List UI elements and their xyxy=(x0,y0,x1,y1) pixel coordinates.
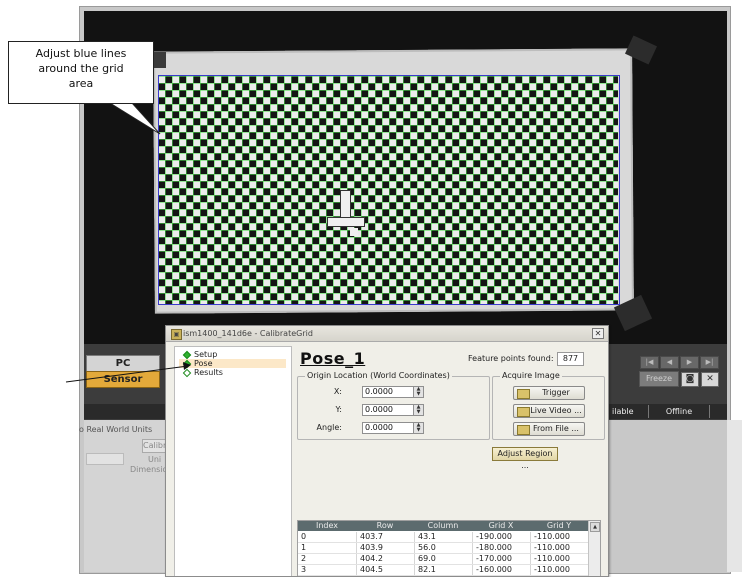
last-frame-button[interactable]: ▶| xyxy=(700,356,719,369)
page-title: Pose_1 xyxy=(300,349,366,368)
video-camera-icon xyxy=(517,407,530,417)
table-scrollbar[interactable]: ▲ xyxy=(588,521,600,576)
column-cell: 69.0 xyxy=(414,554,473,564)
tools-icon[interactable]: ✕ xyxy=(701,372,719,387)
dialog-titlebar[interactable]: ▣ ism1400_141d6e - CalibrateGrid ✕ xyxy=(166,326,608,342)
tree-item-setup[interactable]: Setup xyxy=(179,350,286,360)
from-file-button[interactable]: From File ... xyxy=(513,422,585,436)
y-label: Y: xyxy=(335,405,342,414)
camera-icon[interactable]: ◙ xyxy=(681,372,699,387)
trigger-icon xyxy=(517,389,530,399)
group-legend: Origin Location (World Coordinates) xyxy=(305,371,452,380)
feature-points-label: Feature points found: xyxy=(468,354,554,363)
units-label: Uni xyxy=(148,455,162,464)
next-frame-button[interactable]: ▶ xyxy=(680,356,699,369)
group-legend: Acquire Image xyxy=(500,371,562,380)
column-header[interactable]: Row xyxy=(356,521,414,531)
spin-arrows-icon[interactable]: ▲ ▼ xyxy=(413,386,424,398)
table-row[interactable]: 0 403.7 43.1 -190.000 -110.000 xyxy=(298,532,588,543)
origin-marker xyxy=(350,228,358,236)
tape-piece xyxy=(152,52,166,68)
button-label: From File ... xyxy=(533,424,579,433)
callout-line: around the grid xyxy=(38,62,124,75)
tree-item-label: Setup xyxy=(194,350,218,359)
sensor-button[interactable]: Sensor xyxy=(86,371,160,388)
table-header: Index Row Column Grid X Grid Y xyxy=(298,521,588,531)
row-cell: 404.5 xyxy=(356,565,415,575)
app-icon: ▣ xyxy=(171,329,182,340)
origin-marker xyxy=(340,190,351,218)
status-available: ilable xyxy=(612,407,634,416)
prev-frame-button[interactable]: ◀ xyxy=(660,356,679,369)
scroll-up-icon[interactable]: ▲ xyxy=(590,522,600,532)
angle-label: Angle: xyxy=(316,423,342,432)
dimensions-label: Dimensio xyxy=(130,465,168,474)
column-cell: 43.1 xyxy=(414,532,473,542)
origin-angle-input[interactable]: 0.0000 xyxy=(362,422,414,434)
step-tree: Setup Pose Results xyxy=(174,346,292,576)
step-active-icon xyxy=(182,359,192,369)
grid-x-cell: -180.000 xyxy=(472,543,531,553)
origin-y-input[interactable]: 0.0000 xyxy=(362,404,414,416)
origin-x-input[interactable]: 0.0000 xyxy=(362,386,414,398)
status-offline: Offline xyxy=(648,405,710,418)
origin-location-group: Origin Location (World Coordinates) X: 0… xyxy=(297,371,490,440)
step-complete-icon xyxy=(182,350,192,360)
column-header[interactable]: Column xyxy=(414,521,472,531)
tree-item-pose[interactable]: Pose xyxy=(179,359,286,369)
step-pending-icon xyxy=(182,368,192,378)
right-side-panel xyxy=(727,420,742,572)
grid-y-cell: -110.000 xyxy=(530,543,589,553)
first-frame-button[interactable]: |◀ xyxy=(640,356,659,369)
dialog-title: ism1400_141d6e - CalibrateGrid xyxy=(183,329,313,338)
row-cell: 403.9 xyxy=(356,543,415,553)
row-cell: 404.2 xyxy=(356,554,415,564)
grid-x-cell: -190.000 xyxy=(472,532,531,542)
grid-region-boundary[interactable] xyxy=(158,75,620,305)
adjust-region-button[interactable]: Adjust Region ... xyxy=(492,447,558,470)
callout-line: area xyxy=(68,77,94,90)
folder-icon xyxy=(517,425,530,435)
callout-line: Adjust blue lines xyxy=(35,47,127,60)
calibrate-grid-dialog: ▣ ism1400_141d6e - CalibrateGrid ✕ Setup… xyxy=(165,325,609,577)
live-video-button[interactable]: Live Video ... xyxy=(513,404,585,418)
grid-y-cell: -110.000 xyxy=(530,554,589,564)
close-icon[interactable]: ✕ xyxy=(592,328,604,339)
table-row[interactable]: 1 403.9 56.0 -180.000 -110.000 xyxy=(298,543,588,554)
spin-arrows-icon[interactable]: ▲ ▼ xyxy=(413,422,424,434)
index-cell: 1 xyxy=(301,543,307,552)
column-cell: 82.1 xyxy=(414,565,473,575)
table-row[interactable]: 2 404.2 69.0 -170.000 -110.000 xyxy=(298,554,588,565)
settings-heading: o Real World Units xyxy=(79,425,153,434)
tree-item-label: Pose xyxy=(194,359,213,368)
index-cell: 3 xyxy=(301,565,307,574)
trigger-button[interactable]: Trigger xyxy=(513,386,585,400)
feature-points-value: 877 xyxy=(557,352,584,366)
button-label: Trigger xyxy=(542,388,570,397)
instruction-callout: Adjust blue lines around the grid area xyxy=(8,41,154,104)
column-header[interactable]: Grid Y xyxy=(530,521,588,531)
grid-x-cell: -160.000 xyxy=(472,565,531,575)
grid-x-cell: -170.000 xyxy=(472,554,531,564)
origin-marker xyxy=(327,217,365,227)
column-cell: 56.0 xyxy=(414,543,473,553)
column-header[interactable]: Index xyxy=(298,521,356,531)
row-cell: 403.7 xyxy=(356,532,415,542)
grid-y-cell: -110.000 xyxy=(530,532,589,542)
tree-item-label: Results xyxy=(194,368,223,377)
pc-button[interactable]: PC xyxy=(86,355,160,372)
freeze-button[interactable]: Freeze xyxy=(639,371,679,387)
units-select[interactable] xyxy=(86,453,124,465)
table-row[interactable]: 3 404.5 82.1 -160.000 -110.000 xyxy=(298,565,588,576)
index-cell: 0 xyxy=(301,532,307,541)
feature-points-table: Index Row Column Grid X Grid Y 0 403.7 4… xyxy=(297,520,601,576)
button-label: Live Video ... xyxy=(530,406,582,415)
index-cell: 2 xyxy=(301,554,307,563)
column-header[interactable]: Grid X xyxy=(472,521,530,531)
tree-item-results[interactable]: Results xyxy=(179,368,286,378)
x-label: X: xyxy=(333,387,342,396)
spin-arrows-icon[interactable]: ▲ ▼ xyxy=(413,404,424,416)
acquire-image-group: Acquire Image Trigger Live Video ... Fro… xyxy=(492,371,605,440)
grid-y-cell: -110.000 xyxy=(530,565,589,575)
